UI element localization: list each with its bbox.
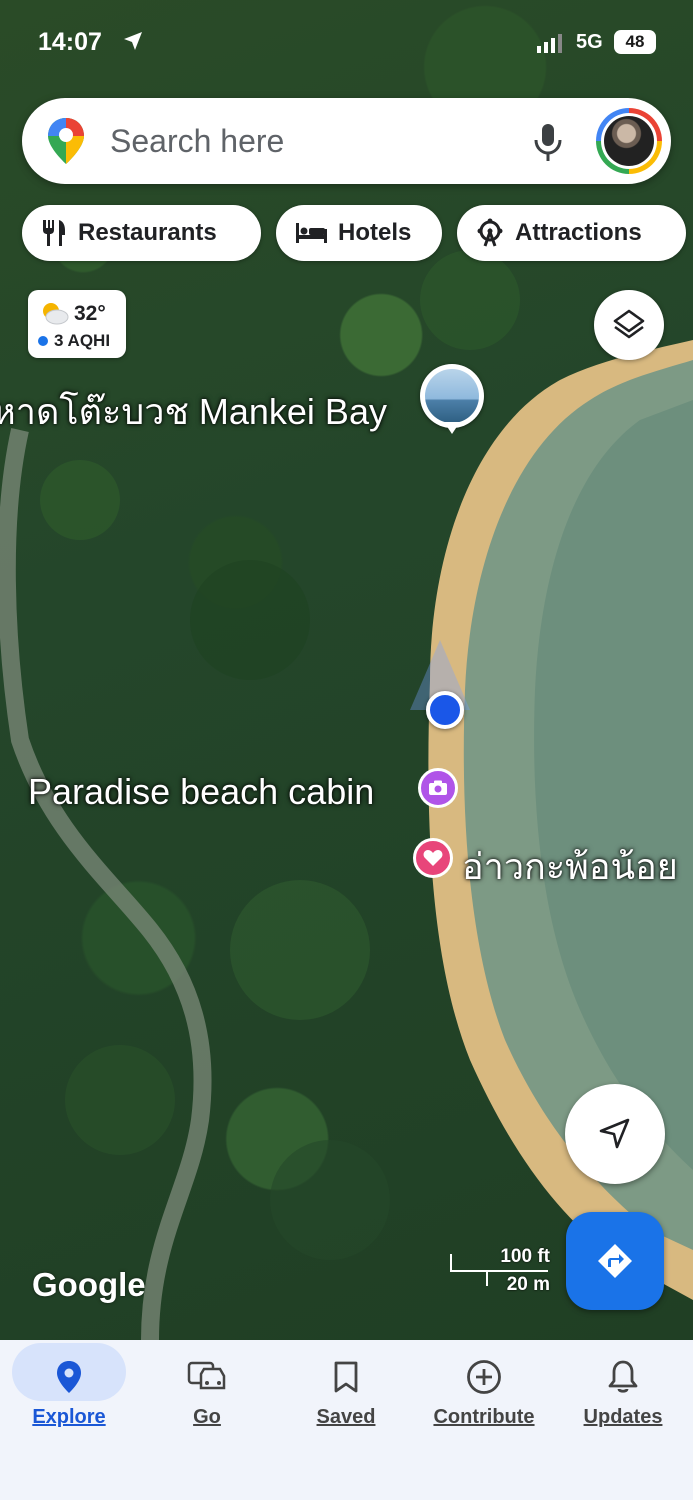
scale-metric: 20 m — [506, 1274, 550, 1295]
signal-icon — [537, 34, 562, 53]
nav-contribute-label: Contribute — [433, 1406, 535, 1428]
nav-go-label: Go — [193, 1406, 221, 1428]
partly-cloudy-icon — [43, 303, 69, 325]
place-label-paradise-cabin[interactable]: Paradise beach cabin — [28, 771, 374, 813]
bottom-navigation: Explore Go Saved Contribute Updates — [0, 1340, 693, 1500]
place-label-ao-kapo-noi[interactable]: อ่าวกะพ้อน้อย — [462, 838, 678, 895]
pin-tail — [444, 422, 460, 434]
nav-explore[interactable]: Explore — [0, 1340, 138, 1440]
navigation-arrow-icon — [599, 1118, 630, 1149]
maps-logo-icon — [48, 118, 84, 164]
avatar-photo — [604, 116, 654, 166]
place-photo-thumbnail — [425, 369, 479, 423]
nav-contribute[interactable]: Contribute — [415, 1340, 553, 1440]
chip-hotels[interactable]: Hotels — [276, 205, 442, 261]
location-arrow-icon — [124, 32, 142, 50]
place-label-mankei-bay[interactable]: หาดโต๊ะบวช Mankei Bay — [0, 383, 387, 440]
account-avatar[interactable] — [596, 108, 662, 174]
nav-saved[interactable]: Saved — [277, 1340, 415, 1440]
nav-saved-label: Saved — [316, 1406, 376, 1428]
pin-icon — [57, 1361, 81, 1393]
place-photo-pin[interactable] — [420, 364, 484, 434]
camera-poi-icon[interactable] — [418, 768, 458, 808]
microphone-icon[interactable] — [528, 120, 568, 164]
nav-explore-label: Explore — [32, 1406, 106, 1428]
chip-restaurants-label: Restaurants — [78, 219, 217, 246]
network-label: 5G — [576, 31, 603, 53]
fork-knife-icon — [43, 220, 65, 246]
weather-temperature: 32° — [74, 302, 106, 325]
chip-hotels-label: Hotels — [338, 219, 412, 246]
car-icon — [187, 1361, 226, 1390]
scale-imperial: 100 ft — [500, 1246, 550, 1267]
bookmark-icon — [334, 1361, 358, 1393]
scale-bar — [450, 1270, 548, 1272]
bed-icon — [296, 223, 327, 243]
nav-updates[interactable]: Updates — [554, 1340, 692, 1440]
heart-icon — [423, 850, 443, 866]
my-location-button[interactable] — [565, 1084, 665, 1184]
layers-button[interactable] — [594, 290, 664, 360]
camera-icon — [429, 780, 447, 795]
chip-attractions-label: Attractions — [515, 219, 642, 246]
weather-widget[interactable]: 32° 3 AQHI — [28, 290, 126, 358]
search-input[interactable] — [108, 118, 492, 164]
nav-go[interactable]: Go — [138, 1340, 276, 1440]
status-bar: 14:07 5G 48 — [0, 0, 693, 80]
google-attribution: Google — [32, 1266, 146, 1303]
plus-circle-icon — [467, 1360, 501, 1394]
scale-tick — [486, 1270, 488, 1286]
directions-button[interactable] — [566, 1212, 664, 1310]
chip-restaurants[interactable]: Restaurants — [22, 205, 261, 261]
chip-attractions[interactable]: Attractions — [457, 205, 686, 261]
nav-updates-label: Updates — [583, 1406, 663, 1428]
air-quality-label: 3 AQHI — [54, 331, 111, 350]
status-time: 14:07 — [38, 28, 102, 56]
current-location-dot — [426, 691, 464, 729]
battery-indicator: 48 — [614, 30, 656, 54]
search-bar[interactable] — [22, 98, 671, 184]
category-chips: Restaurants Hotels Attractions — [0, 205, 693, 263]
layers-icon — [613, 309, 645, 339]
bell-icon — [608, 1360, 638, 1393]
ferris-wheel-icon — [477, 218, 503, 247]
saved-poi-icon[interactable] — [413, 838, 453, 878]
air-quality-dot — [38, 336, 48, 346]
directions-icon — [598, 1244, 632, 1278]
map-scale: 100 ft 20 m — [446, 1246, 552, 1296]
scale-tick — [450, 1254, 452, 1270]
